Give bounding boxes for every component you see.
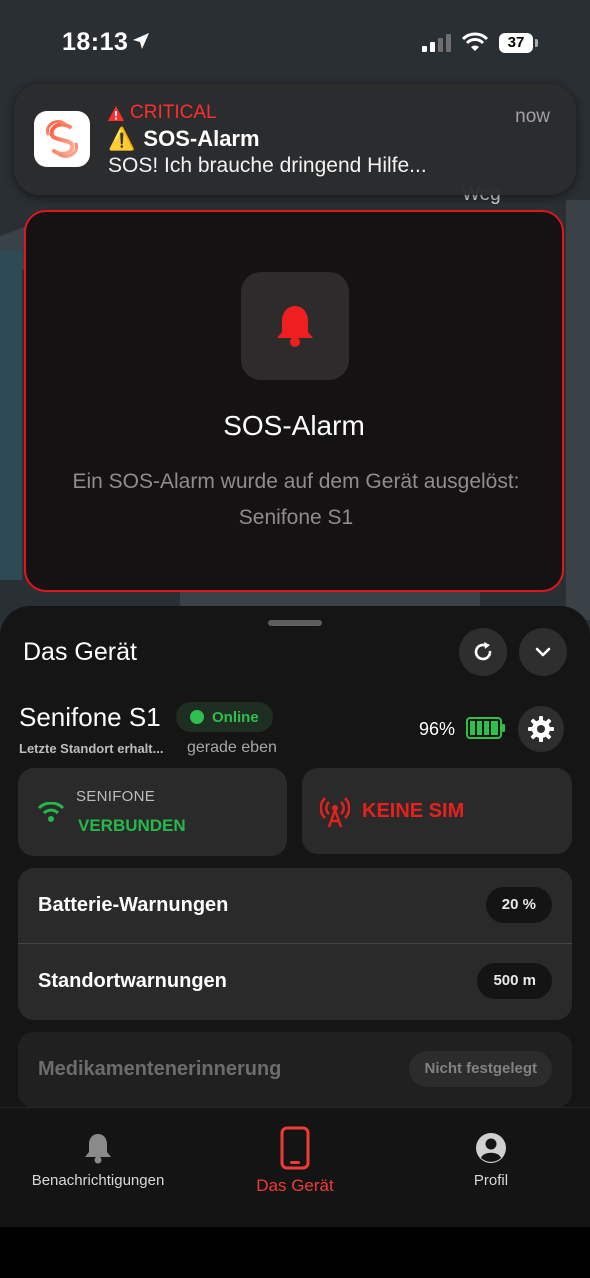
medication-reminder-row[interactable]: Medikamentenerinnerung Nicht festgelegt xyxy=(18,1032,572,1108)
cellular-signal-icon xyxy=(422,34,451,52)
phone-icon xyxy=(280,1126,310,1170)
notification-time: now xyxy=(515,106,550,127)
critical-label: CRITICAL xyxy=(108,102,217,124)
chevron-down-icon xyxy=(535,647,551,657)
wifi-icon xyxy=(462,32,488,51)
battery-nub xyxy=(535,39,538,47)
sos-icon-box xyxy=(241,272,349,380)
app-logo-icon xyxy=(34,111,90,167)
last-location-time: gerade eben xyxy=(187,739,277,756)
connection-label: SENIFONE xyxy=(76,788,156,805)
sim-status: KEINE SIM xyxy=(362,800,465,822)
battery-indicator: 37 xyxy=(499,33,533,53)
warning-emoji-icon: ⚠️ xyxy=(108,126,136,151)
profile-icon xyxy=(476,1133,506,1163)
battery-warnings-value: 20 % xyxy=(485,887,552,923)
tab-device-label: Das Gerät xyxy=(256,1176,334,1195)
bell-icon xyxy=(277,306,313,347)
location-warnings-value: 500 m xyxy=(477,963,552,999)
collapse-button[interactable] xyxy=(519,628,567,676)
last-location-label: Letzte Standort erhalt... xyxy=(19,741,164,756)
tab-notifications-label: Benachrichtigungen xyxy=(31,1172,165,1189)
gear-icon xyxy=(528,716,554,742)
antenna-icon xyxy=(320,797,350,828)
bell-icon xyxy=(85,1134,111,1164)
location-warnings-label: Standortwarnungen xyxy=(38,970,227,992)
status-time: 18:13 xyxy=(62,28,129,56)
connection-status: VERBUNDEN xyxy=(78,816,186,835)
online-label: Online xyxy=(212,708,259,726)
medication-value: Nicht festgelegt xyxy=(409,1051,552,1087)
sim-card[interactable]: KEINE SIM xyxy=(302,768,572,854)
online-dot xyxy=(190,710,204,724)
notification-title: ⚠️ SOS-Alarm xyxy=(108,126,260,152)
device-battery-icon xyxy=(466,717,505,739)
refresh-icon xyxy=(474,642,492,661)
wifi-connected-icon xyxy=(38,802,64,822)
tab-profile-label: Profil xyxy=(473,1172,509,1189)
location-warnings-row[interactable]: Standortwarnungen 500 m xyxy=(18,944,572,1020)
tab-notifications[interactable]: Benachrichtigungen xyxy=(0,1108,196,1228)
sos-alarm-card[interactable]: SOS-Alarm Ein SOS-Alarm wurde auf dem Ge… xyxy=(24,210,564,592)
sheet-title: Das Gerät xyxy=(23,638,137,666)
sos-message: Ein SOS-Alarm wurde auf dem Gerät ausgel… xyxy=(72,470,520,529)
critical-text: CRITICAL xyxy=(130,102,217,123)
device-settings-button[interactable] xyxy=(518,706,564,752)
notification-body: SOS! Ich brauche dringend Hilfe... xyxy=(108,154,427,177)
status-bar: 18:13 37 xyxy=(0,0,590,88)
tab-device[interactable]: Das Gerät xyxy=(197,1108,393,1228)
notification-title-text: SOS-Alarm xyxy=(143,126,260,151)
warnings-card: Batterie-Warnungen 20 % Standortwarnunge… xyxy=(18,868,572,1020)
battery-warnings-row[interactable]: Batterie-Warnungen 20 % xyxy=(18,868,572,944)
refresh-button[interactable] xyxy=(459,628,507,676)
critical-notification[interactable]: CRITICAL ⚠️ SOS-Alarm SOS! Ich brauche d… xyxy=(14,84,576,195)
device-battery-percent: 96% xyxy=(419,719,456,739)
home-indicator-area xyxy=(0,1227,590,1278)
online-status-badge: Online xyxy=(176,702,273,732)
location-arrow-icon xyxy=(133,33,149,49)
alert-triangle-icon xyxy=(108,105,124,121)
sos-title: SOS-Alarm xyxy=(223,410,365,441)
tab-profile[interactable]: Profil xyxy=(393,1108,589,1228)
battery-warnings-label: Batterie-Warnungen xyxy=(38,894,229,916)
medication-label: Medikamentenerinnerung xyxy=(38,1058,282,1080)
connection-card[interactable]: SENIFONE VERBUNDEN xyxy=(18,768,287,856)
device-name: Senifone S1 xyxy=(19,702,161,732)
tab-bar: Benachrichtigungen Das Gerät Profil xyxy=(0,1107,590,1228)
sheet-drag-handle[interactable] xyxy=(268,620,322,626)
